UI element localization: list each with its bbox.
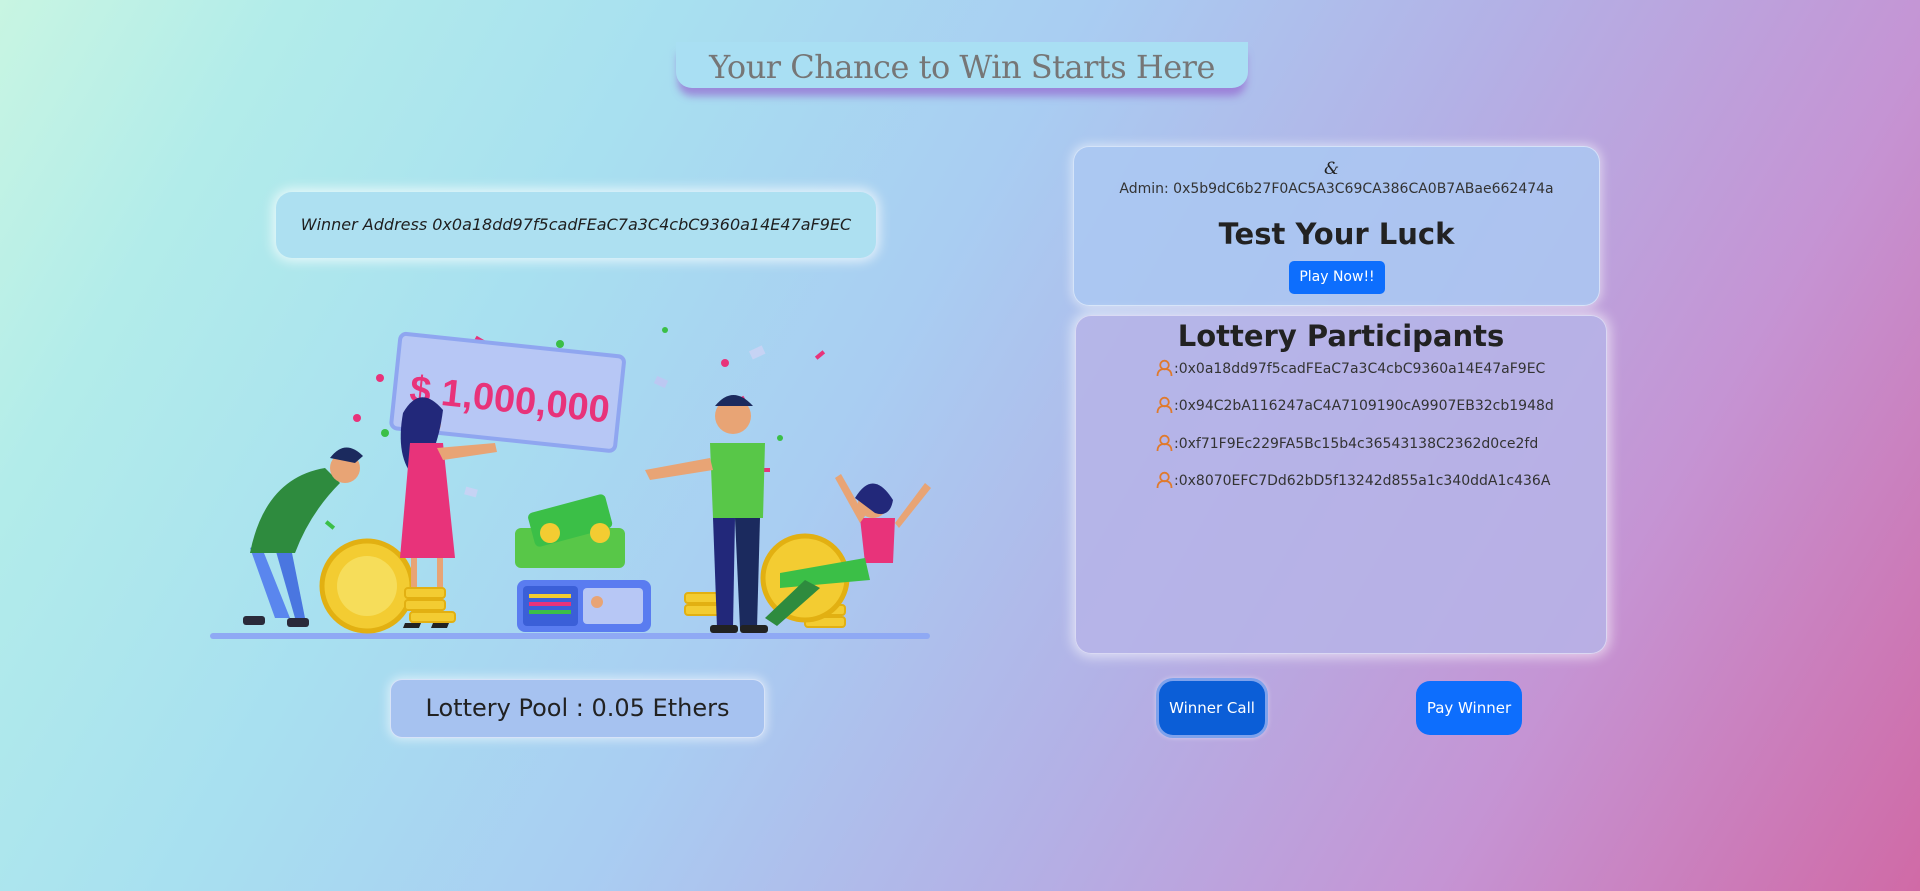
- pay-winner-button[interactable]: Pay Winner: [1416, 681, 1522, 735]
- participant-item: :0x0a18dd97f5cadFEaC7a3C4cbC9360a14E47aF…: [1156, 359, 1545, 381]
- participant-address: :0x94C2bA116247aC4A7109190cA9907EB32cb19…: [1174, 398, 1554, 414]
- person-icon: [1156, 434, 1173, 452]
- participant-address: :0x8070EFC7Dd62bD5f13242d855a1c340ddA1c4…: [1174, 473, 1551, 489]
- wallet-with-money-icon: [515, 494, 651, 632]
- admin-card: & Admin: 0x5b9dC6b27F0AC5A3C69CA386CA0B7…: [1073, 146, 1600, 306]
- lottery-pool-panel: Lottery Pool : 0.05 Ethers: [390, 679, 765, 738]
- winner-call-button[interactable]: Winner Call: [1159, 681, 1265, 735]
- admin-icon: &: [1324, 159, 1340, 179]
- man-with-coin-figure: [243, 447, 415, 634]
- lottery-pool-text: Lottery Pool : 0.05 Ethers: [425, 694, 730, 722]
- admin-address: Admin: 0x5b9dC6b27F0AC5A3C69CA386CA0B7AB…: [1119, 181, 1554, 197]
- test-your-luck-heading: Test Your Luck: [1218, 217, 1455, 251]
- person-icon: [1156, 359, 1173, 377]
- participants-card: Lottery Participants :0x0a18dd97f5cadFEa…: [1075, 315, 1607, 654]
- person-icon: [1156, 396, 1173, 414]
- participant-item: :0x94C2bA116247aC4A7109190cA9907EB32cb19…: [1156, 396, 1554, 418]
- lottery-winners-illustration: $ 1,000,000: [210, 327, 931, 639]
- participant-address: :0x0a18dd97f5cadFEaC7a3C4cbC9360a14E47aF…: [1174, 361, 1546, 377]
- participants-heading: Lottery Participants: [1177, 319, 1505, 353]
- play-now-button[interactable]: Play Now!!: [1289, 261, 1385, 294]
- winner-address-text: Winner Address 0x0a18dd97f5cadFEaC7a3C4c…: [300, 215, 852, 234]
- winner-address-panel: Winner Address 0x0a18dd97f5cadFEaC7a3C4c…: [276, 192, 876, 258]
- participant-address: :0xf71F9Ec229FA5Bc15b4c36543138C2362d0ce…: [1174, 436, 1539, 452]
- page-title: Your Chance to Win Starts Here: [676, 42, 1248, 88]
- person-icon: [1156, 471, 1173, 489]
- participant-item: :0xf71F9Ec229FA5Bc15b4c36543138C2362d0ce…: [1156, 434, 1538, 456]
- participant-item: :0x8070EFC7Dd62bD5f13242d855a1c340ddA1c4…: [1156, 471, 1550, 493]
